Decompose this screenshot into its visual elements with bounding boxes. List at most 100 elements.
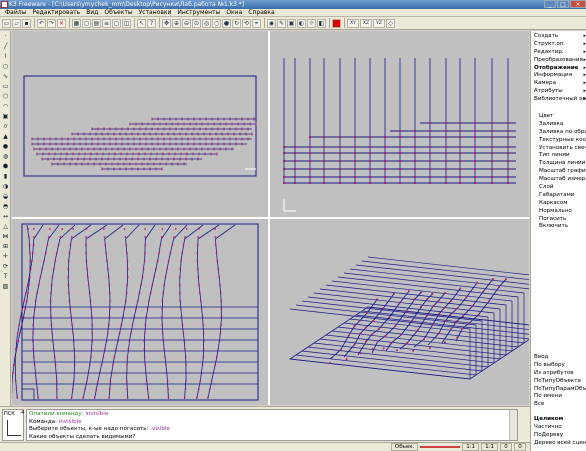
panel-item[interactable]: Дерево всей сцены bbox=[531, 440, 586, 448]
frame-icon[interactable]: ▢ bbox=[112, 18, 121, 28]
view-xz-button[interactable]: XZ bbox=[360, 18, 372, 28]
panel-item[interactable]: Толщина линии bbox=[531, 160, 586, 168]
close-button[interactable]: × bbox=[570, 0, 586, 8]
zoom-slider[interactable] bbox=[420, 443, 461, 451]
array-icon[interactable]: ⊞ bbox=[1, 242, 10, 251]
spline-icon[interactable]: ∿ bbox=[1, 72, 10, 81]
move-icon[interactable]: ✛ bbox=[1, 252, 10, 261]
zoom-next-icon[interactable]: ● bbox=[222, 18, 231, 28]
triangle-icon[interactable]: △ bbox=[1, 222, 10, 231]
menu-tools[interactable]: Инструменты bbox=[174, 9, 223, 17]
panel-item[interactable]: Структ.оп. ▸ bbox=[531, 41, 586, 49]
menu-settings[interactable]: Установки bbox=[136, 9, 175, 17]
extrude-icon[interactable]: ▮ bbox=[1, 172, 10, 181]
new-file-icon[interactable]: ▭ bbox=[2, 18, 11, 28]
panel-item[interactable]: ПоДереву bbox=[531, 432, 586, 440]
panel-item[interactable]: Погасить bbox=[531, 216, 586, 224]
sphere-tool-icon[interactable]: ● bbox=[1, 142, 10, 151]
maximize-button[interactable]: □ bbox=[557, 0, 569, 8]
panel-item[interactable]: По имени bbox=[531, 393, 586, 401]
save-icon[interactable]: ▪ bbox=[22, 18, 31, 28]
viewport-bottom-left[interactable] bbox=[12, 219, 268, 405]
viewport-bottom-right[interactable] bbox=[270, 219, 529, 405]
loft-icon[interactable]: ◓ bbox=[1, 202, 10, 211]
panel-item[interactable]: Целиком bbox=[531, 416, 586, 424]
shade-icon[interactable]: ◐ bbox=[297, 18, 306, 28]
zoom-prev-icon[interactable]: ○ bbox=[212, 18, 221, 28]
grid-icon[interactable]: ▤ bbox=[92, 18, 101, 28]
polyline-icon[interactable]: ⌇ bbox=[1, 52, 10, 61]
select-icon[interactable]: ↖ bbox=[137, 18, 146, 28]
point-icon[interactable]: · bbox=[1, 32, 10, 41]
sphere-icon[interactable]: ◉ bbox=[267, 18, 276, 28]
minimize-button[interactable]: _ bbox=[544, 0, 556, 8]
table-icon[interactable]: ▦ bbox=[72, 18, 81, 28]
rotate-tool-icon[interactable]: ⟳ bbox=[1, 262, 10, 271]
light-icon[interactable]: ☼ bbox=[307, 18, 316, 28]
panel-item[interactable]: Цвет bbox=[531, 113, 586, 121]
viewport-top-right[interactable] bbox=[270, 31, 529, 217]
panel-item[interactable]: Текстурные коо... bbox=[531, 137, 586, 145]
layers-icon[interactable]: ≡ bbox=[102, 18, 111, 28]
menu-file[interactable]: Файлы bbox=[2, 9, 29, 17]
panel-item[interactable]: Информация ▸ bbox=[531, 72, 586, 80]
menu-view[interactable]: Вид bbox=[83, 9, 101, 17]
panel-item[interactable]: Установить свеч... bbox=[531, 145, 586, 153]
open-file-icon[interactable]: ▱ bbox=[12, 18, 21, 28]
menu-help[interactable]: Справка bbox=[245, 9, 277, 17]
cylinder-icon[interactable]: ⌭ bbox=[1, 122, 10, 131]
panel-item[interactable]: ПоТипуПарамОбъ... bbox=[531, 386, 586, 394]
circle-icon[interactable]: ○ bbox=[1, 62, 10, 71]
viewport-top-left[interactable] bbox=[12, 31, 268, 217]
zoom-all-icon[interactable]: ◎ bbox=[202, 18, 211, 28]
pan-icon[interactable]: ✥ bbox=[162, 18, 171, 28]
panel-item[interactable]: Тип линии bbox=[531, 152, 586, 160]
panel-item[interactable]: Заливка по обра... bbox=[531, 129, 586, 137]
menu-windows[interactable]: Окна bbox=[223, 9, 245, 17]
polygon-icon[interactable]: ⬡ bbox=[1, 92, 10, 101]
panel-item[interactable]: Включить bbox=[531, 223, 586, 231]
arc-icon[interactable]: ◠ bbox=[1, 102, 10, 111]
panel-item[interactable]: Библиотечный эл. ▸ bbox=[531, 96, 586, 104]
panel-item[interactable]: Преобразования ▸ bbox=[531, 57, 586, 65]
panel-item[interactable]: Из атрибутов bbox=[531, 370, 586, 378]
rectangle-icon[interactable]: ▭ bbox=[1, 82, 10, 91]
redo-icon[interactable]: ↷ bbox=[47, 18, 56, 28]
line-icon[interactable]: ╱ bbox=[1, 42, 10, 51]
panel-item[interactable]: Редактир. ▸ bbox=[531, 49, 586, 57]
walk-icon[interactable]: ⌖ bbox=[252, 18, 261, 28]
panel-item[interactable]: Нормально bbox=[531, 208, 586, 216]
menu-edit[interactable]: Редактировать bbox=[29, 9, 83, 17]
panel-item[interactable]: Частично bbox=[531, 424, 586, 432]
panel-item[interactable]: По выбору bbox=[531, 362, 586, 370]
cone-icon[interactable]: ▲ bbox=[1, 132, 10, 141]
panel-item[interactable]: Атрибуты ▸ bbox=[531, 88, 586, 96]
revolve-icon[interactable]: ◑ bbox=[1, 182, 10, 191]
panel-item[interactable]: Заливка bbox=[531, 121, 586, 129]
command-scrollbar[interactable] bbox=[509, 410, 517, 440]
torus-icon[interactable]: ◍ bbox=[1, 152, 10, 161]
panel-item[interactable]: Все bbox=[531, 401, 586, 409]
dimension-icon[interactable]: ↔ bbox=[1, 212, 10, 221]
delete-icon[interactable]: × bbox=[57, 18, 66, 28]
panel-item[interactable]: Каркасом bbox=[531, 200, 586, 208]
zoom-in-icon[interactable]: ⊕ bbox=[172, 18, 181, 28]
render-icon[interactable]: ▣ bbox=[287, 18, 296, 28]
panel-item[interactable]: Габаритами bbox=[531, 192, 586, 200]
mirror-icon[interactable]: ⋈ bbox=[1, 232, 10, 241]
menu-objects[interactable]: Объекты bbox=[101, 9, 135, 17]
panel-item[interactable]: Отображение ▸ bbox=[531, 65, 586, 73]
rotate-icon[interactable]: ↻ bbox=[232, 18, 241, 28]
panel-item[interactable]: Масштаб графи... bbox=[531, 168, 586, 176]
view-xy-button[interactable]: XY bbox=[347, 18, 359, 28]
view-yz-button[interactable]: YZ bbox=[373, 18, 385, 28]
view-3d-icon[interactable]: ◇ bbox=[386, 18, 395, 28]
text-icon[interactable]: T bbox=[1, 272, 10, 281]
orbit-icon[interactable]: ⟲ bbox=[242, 18, 251, 28]
box-icon[interactable]: ▣ bbox=[1, 112, 10, 121]
panel-item[interactable]: Масштаб измер... bbox=[531, 176, 586, 184]
undo-icon[interactable]: ↶ bbox=[37, 18, 46, 28]
panel-item[interactable]: Слой bbox=[531, 184, 586, 192]
camera-icon[interactable]: ◧ bbox=[317, 18, 326, 28]
info-icon[interactable]: ? bbox=[147, 18, 156, 28]
